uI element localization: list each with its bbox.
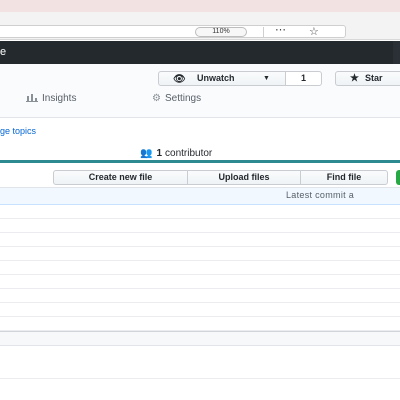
contributors-count: 1	[156, 148, 163, 159]
latest-commit-label[interactable]: Latest commit a	[286, 190, 354, 200]
file-row[interactable]	[0, 261, 400, 275]
tab-settings[interactable]: ⚙ Settings	[152, 93, 201, 104]
browser-toolbar: 110% ⋯ ☆	[0, 12, 400, 40]
create-new-file-button[interactable]: Create new file	[53, 170, 188, 185]
file-row[interactable]	[0, 275, 400, 289]
file-row[interactable]	[0, 205, 400, 219]
window-titlebar	[0, 0, 400, 12]
site-header: e	[0, 41, 400, 64]
header-edge	[393, 41, 400, 64]
file-row[interactable]	[0, 317, 400, 331]
upload-files-button[interactable]: Upload files	[187, 170, 301, 185]
file-row[interactable]	[0, 233, 400, 247]
readme-header	[0, 332, 400, 346]
gear-icon: ⚙	[152, 93, 161, 104]
star-icon: ★	[350, 73, 359, 84]
unwatch-label: Unwatch	[197, 73, 235, 83]
address-bar[interactable]: 110% ⋯ ☆	[0, 23, 346, 38]
contributors-link[interactable]: 👥 1 contributor	[140, 148, 212, 159]
header-text-fragment[interactable]: e	[0, 46, 6, 58]
people-icon: 👥	[140, 148, 153, 159]
file-list	[0, 205, 400, 331]
bar-chart-icon	[26, 93, 38, 104]
find-file-button[interactable]: Find file	[300, 170, 388, 185]
unwatch-button[interactable]: 👁 Unwatch ▼	[158, 71, 286, 86]
more-actions-icon[interactable]: ⋯	[275, 23, 287, 36]
file-row[interactable]	[0, 303, 400, 317]
url-separator	[263, 27, 264, 37]
readme-divider	[0, 378, 400, 379]
star-label: Star	[365, 73, 383, 83]
contributors-label: contributor	[165, 148, 213, 159]
eye-icon: 👁	[173, 74, 186, 85]
tab-settings-label: Settings	[164, 93, 202, 104]
star-button[interactable]: ★ Star	[335, 71, 400, 86]
tab-insights[interactable]: Insights	[26, 93, 76, 104]
file-row[interactable]	[0, 289, 400, 303]
file-row[interactable]	[0, 219, 400, 233]
file-row[interactable]	[0, 247, 400, 261]
chevron-down-icon: ▼	[263, 75, 270, 82]
zoom-badge[interactable]: 110%	[195, 27, 247, 37]
clone-download-button[interactable]	[396, 170, 400, 185]
tab-insights-label: Insights	[42, 93, 77, 104]
bookmark-star-icon[interactable]: ☆	[309, 25, 319, 38]
manage-topics-link[interactable]: ge topics	[0, 126, 36, 136]
watch-count[interactable]: 1	[286, 71, 322, 86]
